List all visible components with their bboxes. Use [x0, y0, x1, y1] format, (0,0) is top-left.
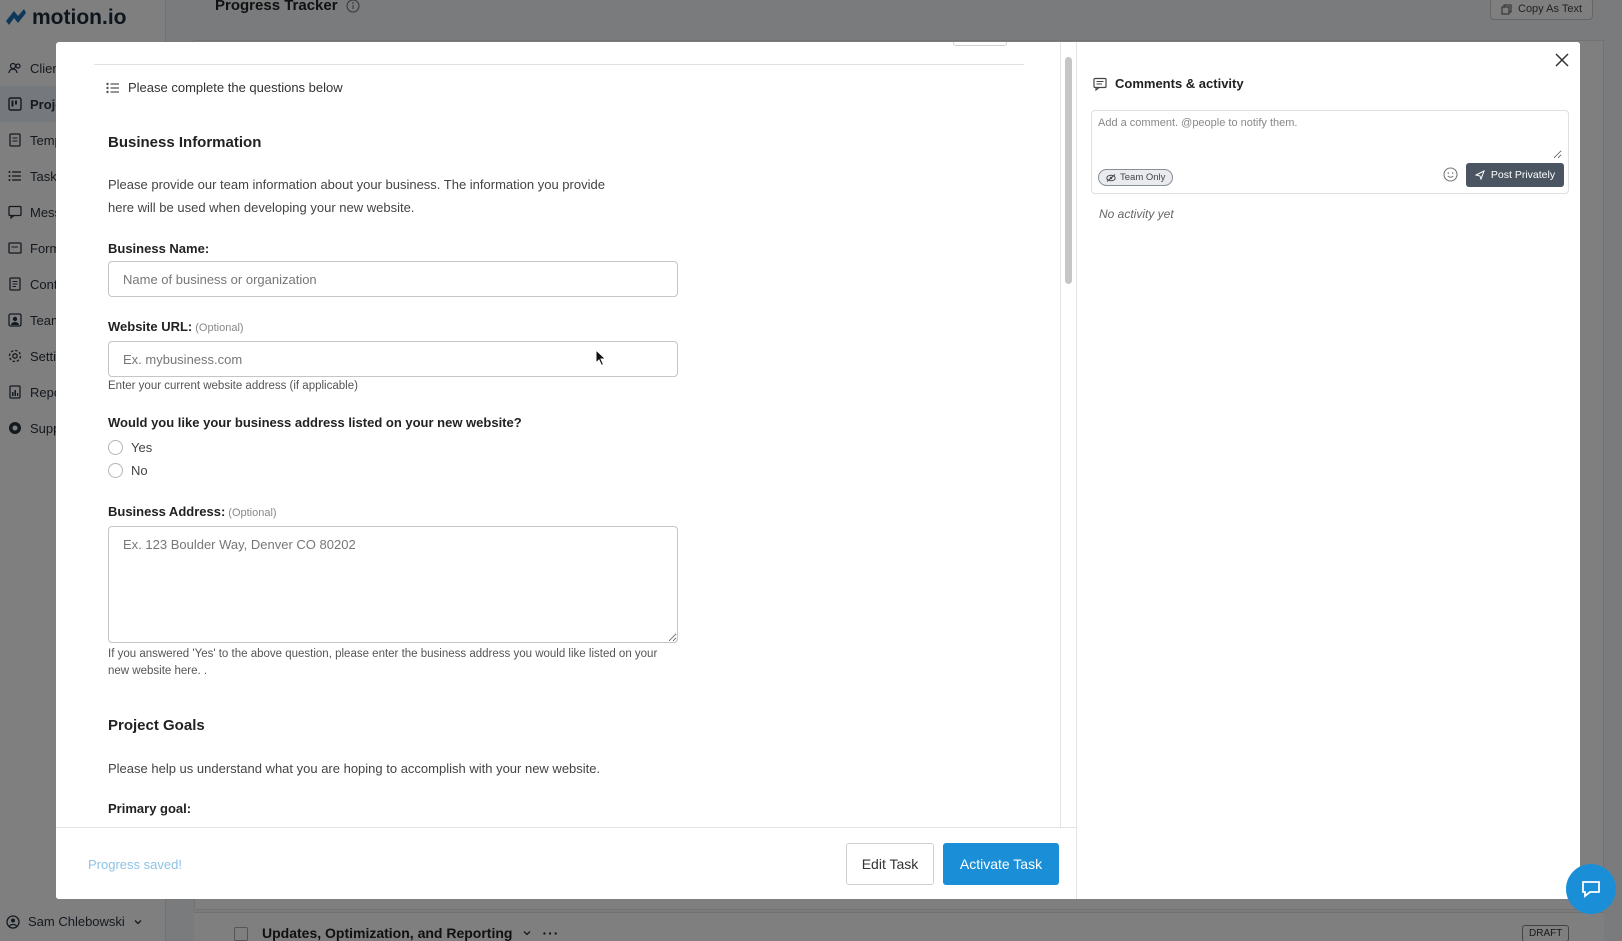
- chat-icon: [1582, 881, 1600, 898]
- section-description: Please provide our team information abou…: [108, 177, 605, 215]
- comment-composer: Team Only Post Privately: [1091, 110, 1569, 194]
- business-address-label: Business Address: (Optional): [108, 504, 277, 519]
- mouse-cursor: [595, 349, 607, 367]
- business-address-help: If you answered 'Yes' to the above quest…: [108, 648, 658, 677]
- edit-task-button[interactable]: Edit Task: [846, 843, 934, 885]
- section-description: Please help us understand what you are h…: [108, 761, 601, 776]
- website-url-input[interactable]: [108, 341, 678, 377]
- comment-icon: [1093, 77, 1107, 91]
- top-control: [953, 42, 1007, 46]
- emoji-button[interactable]: [1442, 166, 1458, 182]
- send-icon: [1474, 170, 1485, 180]
- radio-no[interactable]: No: [108, 463, 148, 478]
- help-chat-button[interactable]: [1566, 864, 1616, 914]
- business-address-textarea[interactable]: [108, 526, 678, 643]
- form-header: Please complete the questions below: [106, 80, 343, 95]
- address-question-label: Would you like your business address lis…: [108, 415, 522, 430]
- radio-button[interactable]: [108, 440, 123, 455]
- section-title: Business Information: [108, 134, 262, 151]
- visibility-badge[interactable]: Team Only: [1098, 169, 1174, 186]
- save-status: Progress saved!: [88, 857, 182, 872]
- modal-footer: Progress saved! Edit Task Activate Task: [56, 827, 1076, 899]
- close-icon: [1555, 53, 1569, 67]
- emoji-icon: [1442, 166, 1458, 182]
- website-url-label: Website URL: (Optional): [108, 319, 244, 334]
- divider: [94, 64, 1024, 65]
- form-pane: Please complete the questions below Busi…: [56, 42, 1060, 827]
- primary-goal-label: Primary goal:: [108, 801, 192, 816]
- empty-activity-text: No activity yet: [1099, 207, 1174, 221]
- post-privately-button[interactable]: Post Privately: [1466, 163, 1564, 187]
- comments-pane: Comments & activity Team Only Post Priva…: [1076, 42, 1580, 899]
- section-title: Project Goals: [108, 717, 205, 734]
- comments-title: Comments & activity: [1093, 76, 1244, 91]
- radio-button[interactable]: [108, 463, 123, 478]
- close-button[interactable]: [1552, 50, 1572, 70]
- business-name-input[interactable]: [108, 261, 678, 297]
- website-url-help: Enter your current website address (if a…: [108, 380, 358, 392]
- business-name-label: Business Name:: [108, 241, 210, 256]
- radio-yes[interactable]: Yes: [108, 440, 152, 455]
- comment-input[interactable]: [1098, 117, 1562, 159]
- eye-off-icon: [1106, 173, 1116, 182]
- activate-task-button[interactable]: Activate Task: [943, 843, 1059, 885]
- task-modal: Please complete the questions below Busi…: [56, 42, 1580, 899]
- scrollbar[interactable]: [1060, 42, 1076, 827]
- scrollbar-thumb[interactable]: [1065, 57, 1072, 284]
- checklist-icon: [106, 82, 119, 93]
